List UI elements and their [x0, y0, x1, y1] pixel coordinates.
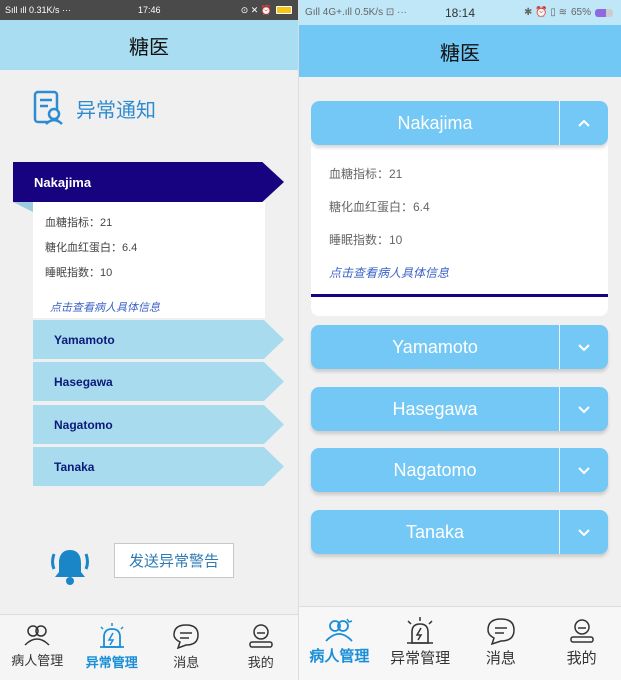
- sleep-value: 睡眠指数：10: [329, 233, 403, 247]
- hba1c-value: 糖化血红蛋白：6.4: [45, 242, 138, 254]
- patient-accordion[interactable]: Yamamoto: [311, 325, 608, 374]
- hba1c-value: 糖化血红蛋白：6.4: [329, 200, 430, 214]
- app-title: 糖医: [129, 36, 169, 59]
- tab-patients[interactable]: 病人管理: [0, 615, 75, 680]
- patient-accordion[interactable]: Hasegawa: [311, 387, 608, 436]
- view-patient-link[interactable]: 点击查看病人具体信息: [329, 264, 608, 297]
- patients-icon: [325, 618, 354, 642]
- patient-item[interactable]: Yamamoto: [33, 320, 284, 359]
- profile-icon: [569, 619, 594, 643]
- notice-title: 异常通知: [76, 99, 156, 122]
- app-header: 糖医: [299, 25, 621, 77]
- tab-label: 我的: [566, 650, 597, 667]
- tab-label: 我的: [247, 655, 274, 670]
- patient-details: 血糖指标：21 糖化血红蛋白：6.4 睡眠指数：10 点击查看病人具体信息: [311, 145, 608, 297]
- tab-label: 病人管理: [11, 653, 64, 668]
- tab-bar: 病人管理 异常管理 消息 我的: [299, 606, 621, 680]
- patient-name: Yamamoto: [54, 332, 115, 347]
- alarm-bell-icon: [51, 550, 89, 585]
- patient-name: Nagatomo: [393, 459, 477, 480]
- ribbon-fold: [13, 202, 33, 212]
- tab-label: 消息: [173, 655, 200, 670]
- right-screen: Gıll 4G+.ıll 0.5K/s ⊡ ··· 18:14 ✱ ⏰ ▯ ≋ …: [298, 0, 621, 680]
- blood-sugar-value: 血糖指标：21: [329, 167, 403, 181]
- accordion-header[interactable]: Nakajima: [311, 101, 608, 145]
- patient-item[interactable]: Hasegawa: [33, 362, 284, 401]
- alarm-icon: [99, 623, 124, 648]
- patient-accordion[interactable]: Tanaka: [311, 510, 608, 559]
- accordion-header[interactable]: Nagatomo: [311, 448, 608, 492]
- send-alert-label: 发送异常警告: [128, 553, 219, 570]
- left-screen: Sıll ıll 0.31K/s ··· 17:46 ⊙ ✕ ⏰ 糖医 异常通知…: [0, 0, 298, 680]
- patient-name: Tanaka: [54, 459, 95, 474]
- patient-details: 血糖指标：21 糖化血红蛋白：6.4 睡眠指数：10 点击查看病人具体信息: [33, 202, 265, 318]
- accordion-header[interactable]: Yamamoto: [311, 325, 608, 369]
- status-time: 17:46: [138, 5, 161, 15]
- sleep-value: 睡眠指数：10: [45, 267, 113, 279]
- message-icon: [487, 618, 515, 645]
- tab-profile[interactable]: 我的: [541, 607, 621, 680]
- tab-alerts[interactable]: 异常管理: [380, 607, 461, 680]
- battery-icon: [595, 8, 613, 17]
- battery-percent: 65%: [570, 7, 591, 18]
- patient-name: Tanaka: [405, 521, 465, 542]
- tab-alerts[interactable]: 异常管理: [75, 615, 150, 680]
- battery-icon: [276, 6, 292, 14]
- tab-bar: 病人管理 异常管理 消息 我的: [0, 614, 298, 680]
- status-time: 18:14: [445, 5, 476, 20]
- notice-heading: 异常通知: [32, 90, 156, 126]
- app-title: 糖医: [440, 42, 480, 65]
- tab-label: 病人管理: [309, 648, 370, 665]
- accordion-header[interactable]: Hasegawa: [311, 387, 608, 431]
- accordion-header[interactable]: Tanaka: [311, 510, 608, 554]
- patient-name: Nakajima: [34, 174, 92, 190]
- chevron-down-icon[interactable]: [560, 325, 608, 369]
- tab-label: 消息: [485, 650, 516, 667]
- profile-icon: [249, 624, 273, 648]
- status-icons: ✱ ⏰ ▯ ≋: [523, 7, 567, 18]
- patient-item[interactable]: Tanaka: [33, 447, 284, 486]
- status-signal: Gıll 4G+.ıll 0.5K/s ⊡ ···: [305, 7, 408, 18]
- tab-label: 异常管理: [85, 655, 138, 670]
- patient-card-expanded[interactable]: Nakajima 血糖指标：21 糖化血红蛋白：6.4 睡眠指数：10 点击查看…: [13, 162, 284, 318]
- alarm-icon: [407, 617, 434, 644]
- status-bar: Gıll 4G+.ıll 0.5K/s ⊡ ··· 18:14 ✱ ⏰ ▯ ≋ …: [299, 0, 621, 25]
- status-icons: ⊙ ✕ ⏰: [240, 4, 272, 15]
- app-header: 糖医: [0, 20, 298, 70]
- chevron-down-icon[interactable]: [560, 448, 608, 492]
- send-alert-button[interactable]: 发送异常警告: [114, 543, 234, 578]
- chevron-down-icon[interactable]: [560, 510, 608, 554]
- status-signal: Sıll ıll 0.31K/s ···: [5, 5, 72, 15]
- patients-icon: [24, 625, 50, 646]
- status-bar: Sıll ıll 0.31K/s ··· 17:46 ⊙ ✕ ⏰: [0, 0, 298, 20]
- patient-name: Nagatomo: [54, 417, 113, 432]
- tab-messages[interactable]: 消息: [461, 607, 542, 680]
- patient-name: Hasegawa: [54, 374, 113, 389]
- document-user-icon: [33, 90, 63, 125]
- tab-label: 异常管理: [390, 650, 451, 667]
- chevron-up-icon[interactable]: [560, 101, 608, 145]
- patient-ribbon[interactable]: Nakajima: [13, 162, 284, 202]
- patient-item[interactable]: Nagatomo: [33, 405, 284, 444]
- tab-profile[interactable]: 我的: [224, 615, 299, 680]
- patient-name: Yamamoto: [392, 336, 478, 357]
- chevron-down-icon[interactable]: [560, 387, 608, 431]
- blood-sugar-value: 血糖指标：21: [45, 217, 113, 229]
- accent-divider: [311, 294, 608, 297]
- message-icon: [173, 624, 200, 649]
- patient-accordion-expanded: Nakajima 血糖指标：21 糖化血红蛋白：6.4 睡眠指数：10 点击查看…: [311, 101, 608, 316]
- patient-accordion[interactable]: Nagatomo: [311, 448, 608, 497]
- patient-name: Nakajima: [397, 112, 473, 133]
- patient-name: Hasegawa: [392, 398, 478, 419]
- tab-patients[interactable]: 病人管理: [299, 607, 380, 680]
- tab-messages[interactable]: 消息: [149, 615, 224, 680]
